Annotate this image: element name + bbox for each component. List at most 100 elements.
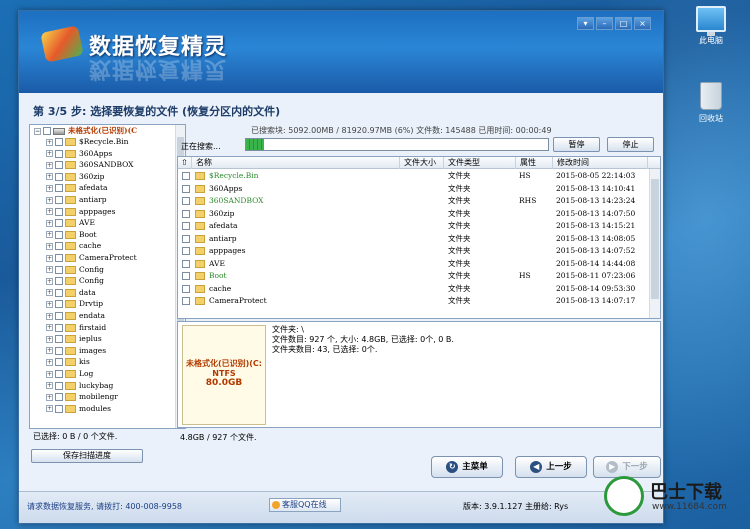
desktop-icon-recycle-bin[interactable]: 回收站 bbox=[686, 82, 736, 124]
tree-checkbox[interactable] bbox=[55, 149, 63, 158]
column-modified[interactable]: 修改时间 bbox=[553, 157, 648, 169]
tree-item[interactable]: + cache bbox=[46, 240, 101, 251]
file-list-scrollbar[interactable] bbox=[649, 169, 660, 318]
table-row[interactable]: AVE 文件夹 2015-08-14 14:44:08 bbox=[178, 258, 648, 271]
tree-checkbox[interactable] bbox=[55, 161, 63, 170]
column-name[interactable]: 名称 bbox=[192, 157, 400, 169]
tree-item[interactable]: + images bbox=[46, 345, 106, 356]
table-row[interactable]: afedata 文件夹 2015-08-13 14:15:21 bbox=[178, 220, 648, 233]
tree-item[interactable]: + firstaid bbox=[46, 322, 106, 333]
row-checkbox[interactable] bbox=[182, 197, 190, 205]
expand-icon[interactable]: + bbox=[46, 161, 53, 169]
tree-checkbox[interactable] bbox=[55, 242, 63, 251]
tree-item[interactable]: + apppages bbox=[46, 206, 115, 217]
tree-item[interactable]: + mobilengr bbox=[46, 391, 118, 402]
expand-icon[interactable]: + bbox=[46, 184, 53, 192]
prev-step-button[interactable]: ◀ 上一步 bbox=[515, 456, 587, 478]
tree-item[interactable]: + CameraProtect bbox=[46, 252, 137, 263]
table-row[interactable]: CameraProtect 文件夹 2015-08-13 14:07:17 bbox=[178, 295, 648, 308]
expand-icon[interactable]: + bbox=[46, 393, 53, 401]
tree-checkbox[interactable] bbox=[55, 219, 63, 228]
tree-checkbox[interactable] bbox=[55, 196, 63, 204]
folder-tree[interactable]: − 未格式化(已识别)(C + $Recycle.Bin +360Apps +360SA… bbox=[29, 124, 186, 429]
table-row[interactable]: 360SANDBOX 文件夹 RHS 2015-08-13 14:23:24 bbox=[178, 195, 648, 208]
expand-icon[interactable]: + bbox=[46, 173, 53, 181]
expand-icon[interactable]: + bbox=[46, 347, 53, 355]
expand-icon[interactable]: + bbox=[46, 242, 53, 250]
table-row[interactable]: Boot 文件夹 HS 2015-08-11 07:23:06 bbox=[178, 270, 648, 283]
collapse-icon[interactable]: − bbox=[34, 127, 41, 135]
row-checkbox[interactable] bbox=[182, 247, 190, 255]
tree-item[interactable]: + luckybag bbox=[46, 380, 113, 391]
tree-checkbox[interactable] bbox=[55, 323, 63, 332]
tree-checkbox[interactable] bbox=[55, 358, 63, 367]
expand-icon[interactable]: + bbox=[46, 335, 53, 343]
row-checkbox[interactable] bbox=[182, 284, 190, 293]
tree-checkbox[interactable] bbox=[55, 230, 63, 239]
expand-icon[interactable]: + bbox=[46, 266, 53, 274]
tree-item[interactable]: + endata bbox=[46, 310, 105, 321]
tree-checkbox[interactable] bbox=[55, 184, 63, 193]
tree-item[interactable]: + Boot bbox=[46, 229, 97, 240]
column-size[interactable]: 文件大小 bbox=[400, 157, 444, 169]
stop-button[interactable]: 停止 bbox=[607, 137, 654, 152]
tree-item[interactable]: + modules bbox=[46, 403, 111, 414]
tree-checkbox[interactable] bbox=[55, 172, 63, 181]
column-type[interactable]: 文件类型 bbox=[444, 157, 516, 169]
table-row[interactable]: 360Apps 文件夹 2015-08-13 14:10:41 bbox=[178, 183, 648, 196]
column-attr[interactable]: 属性 bbox=[516, 157, 553, 169]
table-row[interactable]: 360zip 文件夹 2015-08-13 14:07:50 bbox=[178, 208, 648, 221]
row-checkbox[interactable] bbox=[182, 259, 190, 268]
tree-item[interactable]: + $Recycle.Bin bbox=[46, 136, 128, 147]
tree-checkbox[interactable] bbox=[55, 254, 63, 262]
expand-icon[interactable]: + bbox=[46, 405, 53, 413]
expand-icon[interactable]: + bbox=[46, 324, 53, 332]
tree-checkbox[interactable] bbox=[43, 127, 51, 135]
expand-icon[interactable]: + bbox=[46, 370, 53, 378]
tree-item[interactable]: + afedata bbox=[46, 182, 107, 193]
row-checkbox[interactable] bbox=[182, 234, 190, 243]
expand-icon[interactable]: + bbox=[46, 300, 53, 308]
tree-item[interactable]: + Drvtip bbox=[46, 298, 103, 309]
expand-icon[interactable]: + bbox=[46, 231, 53, 239]
tree-checkbox[interactable] bbox=[55, 265, 63, 274]
menu-dropdown-button[interactable]: ▾ bbox=[577, 17, 594, 30]
table-row[interactable]: apppages 文件夹 2015-08-13 14:07:52 bbox=[178, 245, 648, 258]
desktop-icon-this-pc[interactable]: 此电脑 bbox=[686, 6, 736, 46]
tree-checkbox[interactable] bbox=[55, 312, 63, 320]
tree-checkbox[interactable] bbox=[55, 370, 63, 378]
expand-icon[interactable]: + bbox=[46, 208, 53, 216]
tree-checkbox[interactable] bbox=[55, 335, 63, 344]
expand-icon[interactable]: + bbox=[46, 358, 53, 366]
maximize-button[interactable]: □ bbox=[615, 17, 632, 30]
tree-item[interactable]: +360zip bbox=[46, 171, 104, 182]
tree-checkbox[interactable] bbox=[55, 300, 63, 309]
expand-icon[interactable]: + bbox=[46, 289, 53, 297]
table-row[interactable]: cache 文件夹 2015-08-14 09:53:30 bbox=[178, 283, 648, 296]
row-checkbox[interactable] bbox=[182, 172, 190, 180]
save-progress-button[interactable]: 保存扫描进度 bbox=[31, 449, 143, 463]
tree-item[interactable]: +360SANDBOX bbox=[46, 159, 133, 170]
tree-item[interactable]: + data bbox=[46, 287, 96, 298]
tree-checkbox[interactable] bbox=[55, 207, 63, 216]
tree-item[interactable]: + kis bbox=[46, 356, 90, 367]
tree-item[interactable]: + ieplus bbox=[46, 333, 102, 344]
tree-checkbox[interactable] bbox=[55, 346, 63, 355]
expand-icon[interactable]: + bbox=[46, 138, 53, 146]
tree-checkbox[interactable] bbox=[55, 138, 63, 146]
close-button[interactable]: × bbox=[634, 17, 651, 30]
row-checkbox[interactable] bbox=[182, 222, 190, 230]
row-checkbox[interactable] bbox=[182, 184, 190, 193]
table-row[interactable]: antiarp 文件夹 2015-08-13 14:08:05 bbox=[178, 233, 648, 246]
expand-icon[interactable]: + bbox=[46, 254, 53, 262]
tree-item[interactable]: + Log bbox=[46, 368, 93, 379]
tree-checkbox[interactable] bbox=[55, 404, 63, 413]
file-list[interactable]: ⇧ 名称 文件大小 文件类型 属性 修改时间 $Recycle.Bin 文件夹 HS… bbox=[177, 156, 661, 319]
scrollbar-thumb[interactable] bbox=[651, 179, 659, 299]
qq-support-button[interactable]: 客服QQ在线 bbox=[269, 498, 341, 512]
expand-icon[interactable]: + bbox=[46, 312, 53, 320]
tree-root[interactable]: − 未格式化(已识别)(C bbox=[34, 125, 137, 136]
tree-item[interactable]: + AVE bbox=[46, 217, 95, 228]
tree-item[interactable]: + Config bbox=[46, 264, 104, 275]
expand-icon[interactable]: + bbox=[46, 150, 53, 158]
